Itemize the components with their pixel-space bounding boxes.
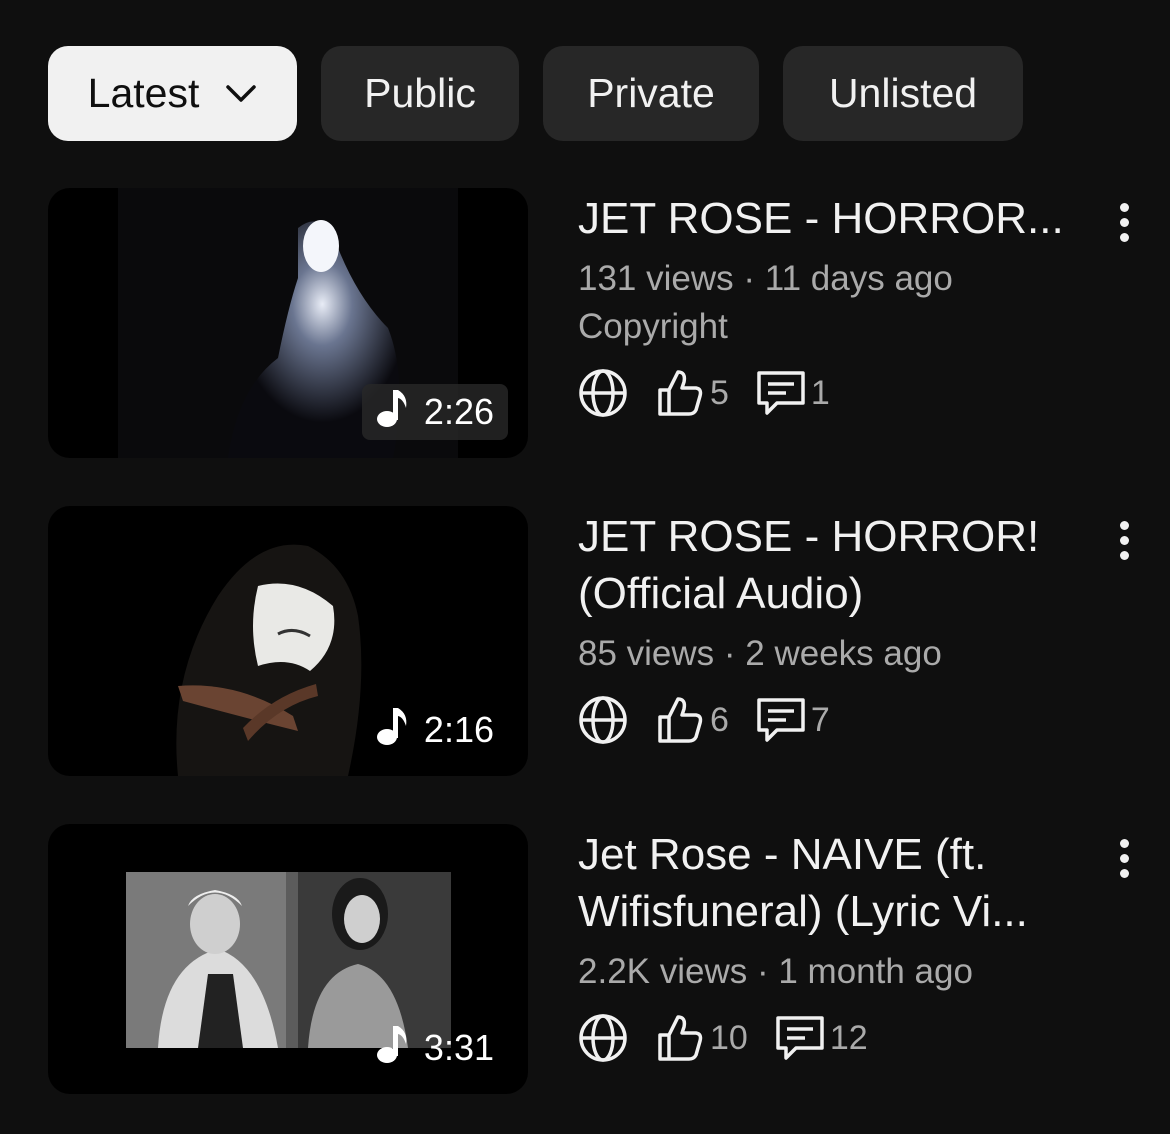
video-thumbnail[interactable]: 3:31: [48, 824, 528, 1094]
chevron-down-icon: [225, 84, 257, 104]
likes-stat: 10: [656, 1013, 748, 1063]
video-meta: 131 views · 11 days ago: [578, 259, 953, 298]
video-meta: 85 views · 2 weeks ago: [578, 634, 942, 673]
filter-chip-label: Unlisted: [828, 70, 978, 116]
likes-stat: 5: [656, 368, 729, 418]
filter-chip-unlisted[interactable]: Unlisted: [783, 46, 1023, 141]
comments-count: 7: [810, 700, 830, 739]
filter-chip-label: Private: [587, 70, 715, 116]
duration-text: 3:31: [423, 1027, 494, 1068]
comments-stat: 12: [774, 1014, 868, 1062]
globe-icon: [578, 368, 628, 418]
likes-count: 10: [710, 1018, 748, 1057]
filter-chip-public[interactable]: Public: [321, 46, 519, 141]
thumbs-up-icon: [656, 368, 704, 418]
thumbs-up-icon: [656, 1013, 704, 1063]
globe-icon: [578, 1013, 628, 1063]
music-note-icon: [376, 1024, 410, 1073]
comments-stat: 7: [755, 696, 830, 744]
comments-count: 12: [829, 1018, 868, 1057]
duration-text: 2:16: [423, 709, 494, 750]
likes-count: 5: [710, 373, 729, 412]
video-info: Jet Rose - NAIVE (ft. Wifisfuneral) (Lyr…: [578, 824, 1098, 1066]
more-options-icon[interactable]: [1110, 198, 1138, 246]
more-options-icon[interactable]: [1110, 516, 1138, 564]
video-stats: 10 12: [578, 1010, 1098, 1066]
video-meta: 2.2K views · 1 month ago: [578, 952, 973, 991]
video-item[interactable]: 2:26 JET ROSE - HORROR... 131 views · 11…: [48, 188, 1138, 458]
video-item[interactable]: 3:31 Jet Rose - NAIVE (ft. Wifisfuneral)…: [48, 824, 1138, 1094]
video-title[interactable]: JET ROSE - HORROR! (Official Audio): [578, 506, 1098, 622]
music-note-icon: [376, 706, 410, 755]
comment-icon: [755, 369, 807, 417]
more-options-icon[interactable]: [1110, 834, 1138, 882]
duration-badge: 3:31: [362, 1020, 508, 1076]
comments-count: 1: [810, 373, 830, 412]
comments-stat: 1: [755, 369, 830, 417]
comment-icon: [755, 696, 807, 744]
filter-chip-latest[interactable]: Latest: [48, 46, 297, 141]
filter-chip-label: Public: [364, 70, 476, 116]
duration-text: 2:26: [423, 391, 494, 432]
video-info: JET ROSE - HORROR... 131 views · 11 days…: [578, 188, 1098, 421]
video-thumbnail[interactable]: 2:16: [48, 506, 528, 776]
filter-chip-private[interactable]: Private: [543, 46, 759, 141]
video-item[interactable]: 2:16 JET ROSE - HORROR! (Official Audio)…: [48, 506, 1138, 776]
duration-badge: 2:16: [362, 702, 508, 758]
filter-chip-label: Latest: [87, 70, 200, 116]
likes-stat: 6: [656, 695, 729, 745]
video-title[interactable]: JET ROSE - HORROR...: [578, 188, 1098, 247]
video-info: JET ROSE - HORROR! (Official Audio) 85 v…: [578, 506, 1098, 748]
video-stats: 6 7: [578, 692, 1098, 748]
copyright-label: Copyright: [578, 307, 728, 346]
video-title[interactable]: Jet Rose - NAIVE (ft. Wifisfuneral) (Lyr…: [578, 824, 1098, 940]
thumbs-up-icon: [656, 695, 704, 745]
globe-icon: [578, 695, 628, 745]
video-stats: 5 1: [578, 365, 1098, 421]
music-note-icon: [376, 388, 410, 437]
duration-badge: 2:26: [361, 384, 508, 440]
video-thumbnail[interactable]: 2:26: [48, 188, 528, 458]
likes-count: 6: [710, 700, 729, 739]
comment-icon: [774, 1014, 826, 1062]
